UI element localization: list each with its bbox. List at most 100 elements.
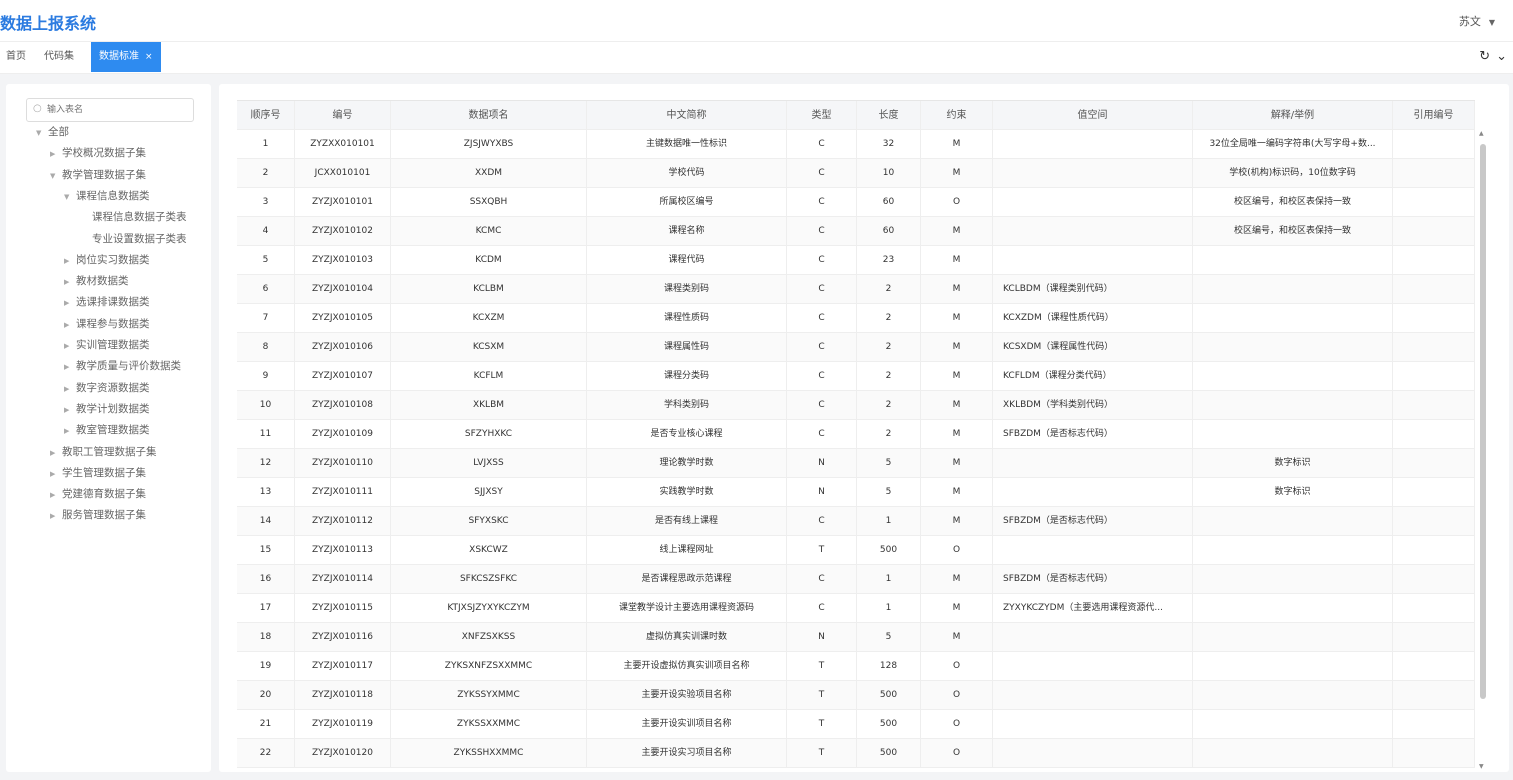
table-row[interactable]: 3 ZYZJX010101 SSXQBH 所属校区编号 C 60 O 校区编号，和校区表保持一… (237, 188, 1475, 217)
cell-chinese-name: 课程分类码 (587, 362, 787, 390)
tree-node[interactable]: ▶ 学校概况数据子集 (50, 145, 146, 160)
cell-ref-code (1393, 420, 1475, 448)
column-header-ref-code[interactable]: 引用编号 (1393, 101, 1475, 129)
caret-right-icon[interactable]: ▶ (64, 406, 76, 414)
tree-node[interactable]: ▶ 教学质量与评价数据类 (64, 358, 181, 373)
scrollbar[interactable]: ▲ ▼ (1479, 130, 1487, 770)
caret-down-icon[interactable]: ▼ (36, 129, 48, 137)
cell-type: C (787, 565, 857, 593)
tree-node[interactable]: ▶ 岗位实习数据类 (64, 252, 150, 267)
table-row[interactable]: 6 ZYZJX010104 KCLBM 课程类别码 C 2 M KCLBDM（课程类别代码） (237, 275, 1475, 304)
close-icon[interactable]: × (145, 52, 153, 62)
caret-right-icon[interactable]: ▶ (50, 470, 62, 478)
table-row[interactable]: 14 ZYZJX010112 SFYXSKC 是否有线上课程 C 1 M SFBZDM（是否标… (237, 507, 1475, 536)
tree-node[interactable]: ▶ 教学计划数据类 (64, 401, 150, 416)
cell-length: 60 (857, 217, 921, 245)
table-row[interactable]: 9 ZYZJX010107 KCFLM 课程分类码 C 2 M KCFLDM（课程分类代码） (237, 362, 1475, 391)
table-row[interactable]: 7 ZYZJX010105 KCXZM 课程性质码 C 2 M KCXZDM（课程性质代码） (237, 304, 1475, 333)
table-row[interactable]: 8 ZYZJX010106 KCSXM 课程属性码 C 2 M KCSXDM（课程属性代码） (237, 333, 1475, 362)
cell-code: ZYZJX010105 (295, 304, 391, 332)
table-row[interactable]: 15 ZYZJX010113 XSKCWZ 线上课程网址 T 500 O (237, 536, 1475, 565)
caret-down-icon[interactable]: ▼ (50, 172, 62, 180)
tree-node[interactable]: ▶ 学生管理数据子集 (50, 465, 146, 480)
tree-node[interactable]: ▶ 选课排课数据类 (64, 294, 150, 309)
cell-explanation (1193, 362, 1393, 390)
column-header-chinese-name[interactable]: 中文简称 (587, 101, 787, 129)
tree-node-label: 教学管理数据子集 (62, 168, 146, 181)
cell-seq: 20 (237, 681, 295, 709)
table-row[interactable]: 21 ZYZJX010119 ZYKSSXXMMC 主要开设实训项目名称 T 500 O (237, 710, 1475, 739)
tree-node[interactable]: ▶ 课程参与数据类 (64, 316, 150, 331)
column-header-constraint[interactable]: 约束 (921, 101, 993, 129)
column-header-value-space[interactable]: 值空间 (993, 101, 1193, 129)
column-header-code[interactable]: 编号 (295, 101, 391, 129)
cell-chinese-name: 虚拟仿真实训课时数 (587, 623, 787, 651)
caret-right-icon[interactable]: ▶ (64, 342, 76, 350)
chevron-down-icon[interactable]: ⌄ (1496, 49, 1507, 64)
tree-node[interactable]: ▼ 教学管理数据子集 (50, 167, 146, 182)
table-row[interactable]: 17 ZYZJX010115 KTJXSJZYXYKCZYM 课堂教学设计主要选用课程… (237, 594, 1475, 623)
tree-node[interactable]: ▶ 服务管理数据子集 (50, 507, 146, 522)
caret-right-icon[interactable]: ▶ (64, 385, 76, 393)
cell-length: 10 (857, 159, 921, 187)
column-header-length[interactable]: 长度 (857, 101, 921, 129)
table-row[interactable]: 5 ZYZJX010103 KCDM 课程代码 C 23 M (237, 246, 1475, 275)
tree-node[interactable]: ▶ 教材数据类 (64, 273, 129, 288)
tree-node[interactable]: ▼ 全部 (36, 124, 69, 139)
tab-code-set[interactable]: 代码集 (44, 42, 74, 72)
column-header-item-name[interactable]: 数据项名 (391, 101, 587, 129)
column-header-type[interactable]: 类型 (787, 101, 857, 129)
caret-right-icon[interactable]: ▶ (64, 257, 76, 265)
search-input[interactable] (47, 102, 187, 118)
tree-node[interactable]: ▶ 教室管理数据类 (64, 422, 150, 437)
tree-node[interactable]: ▶ 教职工管理数据子集 (50, 444, 157, 459)
tree-node[interactable]: 专业设置数据子类表 (92, 231, 187, 246)
tab-data-standard[interactable]: 数据标准 × (91, 42, 161, 72)
table-row[interactable]: 12 ZYZJX010110 LVJXSS 理论教学时数 N 5 M 数字标识 (237, 449, 1475, 478)
cell-length: 1 (857, 507, 921, 535)
table-row[interactable]: 10 ZYZJX010108 XKLBM 学科类别码 C 2 M XKLBDM（学科类别代码） (237, 391, 1475, 420)
scroll-thumb[interactable] (1480, 144, 1486, 699)
caret-right-icon[interactable]: ▶ (64, 363, 76, 371)
table-row[interactable]: 1 ZYZXX010101 ZJSJWYXBS 主键数据唯一性标识 C 32 M 32位全局唯… (237, 130, 1475, 159)
caret-right-icon[interactable]: ▶ (50, 512, 62, 520)
table-row[interactable]: 2 JCXX010101 XXDM 学校代码 C 10 M 学校(机构)标识码，10位数字码 (237, 159, 1475, 188)
table-row[interactable]: 16 ZYZJX010114 SFKCSZSFKC 是否课程思政示范课程 C 1 M SFBZ… (237, 565, 1475, 594)
tree-node[interactable]: 课程信息数据子类表 (92, 209, 187, 224)
scroll-up-icon[interactable]: ▲ (1479, 130, 1484, 137)
caret-right-icon[interactable]: ▶ (50, 449, 62, 457)
refresh-icon[interactable]: ↻ (1479, 49, 1490, 64)
table-row[interactable]: 4 ZYZJX010102 KCMC 课程名称 C 60 M 校区编号，和校区表保持一致 (237, 217, 1475, 246)
user-menu[interactable]: 苏文 ▼ (1459, 13, 1495, 29)
table-row[interactable]: 20 ZYZJX010118 ZYKSSYXMMC 主要开设实验项目名称 T 500 O (237, 681, 1475, 710)
cell-code: ZYZXX010101 (295, 130, 391, 158)
caret-right-icon[interactable]: ▶ (64, 299, 76, 307)
caret-right-icon[interactable]: ▶ (64, 321, 76, 329)
table-row[interactable]: 18 ZYZJX010116 XNFZSXKSS 虚拟仿真实训课时数 N 5 M (237, 623, 1475, 652)
cell-constraint: M (921, 565, 993, 593)
caret-right-icon[interactable]: ▶ (50, 491, 62, 499)
tab-home[interactable]: 首页 (6, 42, 26, 72)
cell-ref-code (1393, 565, 1475, 593)
cell-constraint: O (921, 536, 993, 564)
cell-seq: 11 (237, 420, 295, 448)
cell-item-name: ZYKSXNFZSXXMMC (391, 652, 587, 680)
tree-node[interactable]: ▶ 党建德育数据子集 (50, 486, 146, 501)
tree-node[interactable]: ▶ 数字资源数据类 (64, 380, 150, 395)
column-header-explanation[interactable]: 解释/举例 (1193, 101, 1393, 129)
scroll-down-icon[interactable]: ▼ (1479, 763, 1484, 770)
table-row[interactable]: 19 ZYZJX010117 ZYKSXNFZSXXMMC 主要开设虚拟仿真实训项目名… (237, 652, 1475, 681)
caret-right-icon[interactable]: ▶ (64, 427, 76, 435)
cell-constraint: O (921, 739, 993, 767)
table-row[interactable]: 13 ZYZJX010111 SJJXSY 实践教学时数 N 5 M 数字标识 (237, 478, 1475, 507)
column-header-seq[interactable]: 顺序号 (237, 101, 295, 129)
caret-right-icon[interactable]: ▶ (64, 278, 76, 286)
tree-node[interactable]: ▶ 实训管理数据类 (64, 337, 150, 352)
table-row[interactable]: 11 ZYZJX010109 SFZYHXKC 是否专业核心课程 C 2 M SFBZDM（是… (237, 420, 1475, 449)
cell-value-space: KCFLDM（课程分类代码） (993, 362, 1193, 390)
cell-constraint: M (921, 594, 993, 622)
caret-down-icon[interactable]: ▼ (64, 193, 76, 201)
tree-node[interactable]: ▼ 课程信息数据类 (64, 188, 150, 203)
caret-right-icon[interactable]: ▶ (50, 150, 62, 158)
table-row[interactable]: 22 ZYZJX010120 ZYKSSHXXMMC 主要开设实习项目名称 T 500 O (237, 739, 1475, 768)
